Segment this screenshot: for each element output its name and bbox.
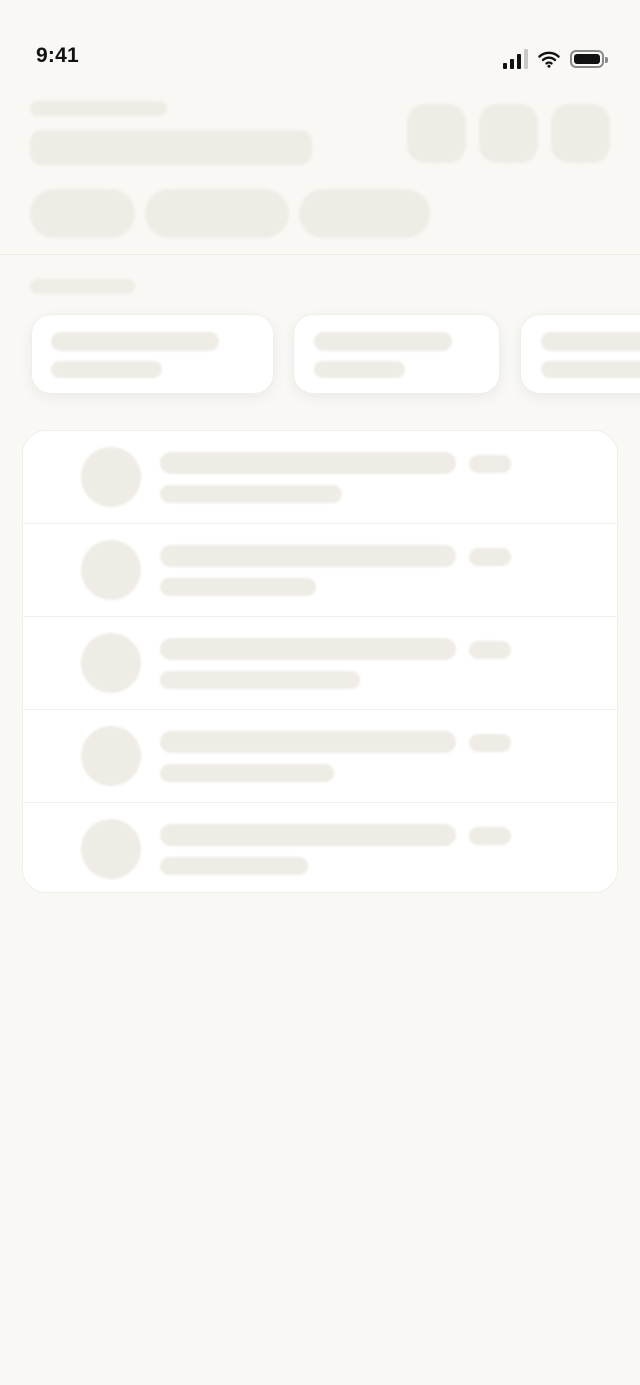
list-item-meta-placeholder [469, 734, 511, 752]
filter-chip-placeholder[interactable] [145, 189, 289, 238]
avatar-placeholder [81, 633, 141, 693]
list-placeholder [22, 430, 618, 893]
section-label-placeholder [30, 279, 135, 294]
list-item-placeholder[interactable] [23, 617, 617, 710]
list-item-placeholder[interactable] [23, 524, 617, 617]
list-item-subtitle-placeholder [160, 485, 342, 503]
list-item-placeholder[interactable] [23, 710, 617, 803]
list-item-subtitle-placeholder [160, 671, 360, 689]
list-item-title-placeholder [160, 638, 456, 660]
list-item-meta-placeholder [469, 548, 511, 566]
loading-screen: 9:41 [0, 0, 640, 1385]
list-item-title-placeholder [160, 731, 456, 753]
summary-card-placeholder[interactable] [31, 314, 274, 394]
list-item-title-placeholder [160, 452, 456, 474]
list-item-title-placeholder [160, 545, 456, 567]
wifi-icon [538, 51, 560, 68]
summary-card-placeholder[interactable] [520, 314, 640, 394]
list-item-title-placeholder [160, 824, 456, 846]
header-action-button-placeholder[interactable] [551, 104, 610, 163]
list-item-placeholder[interactable] [23, 431, 617, 524]
list-item-meta-placeholder [469, 641, 511, 659]
avatar-placeholder [81, 726, 141, 786]
avatar-placeholder [81, 819, 141, 879]
header-divider [0, 254, 640, 255]
header-action-button-placeholder[interactable] [479, 104, 538, 163]
list-item-subtitle-placeholder [160, 857, 308, 875]
status-time: 9:41 [36, 44, 79, 67]
status-icons [503, 48, 608, 70]
summary-card-placeholder[interactable] [293, 314, 500, 394]
list-item-subtitle-placeholder [160, 764, 334, 782]
avatar-placeholder [81, 447, 141, 507]
header-title-placeholder [30, 130, 312, 165]
list-item-placeholder[interactable] [23, 803, 617, 892]
filter-chip-placeholder[interactable] [299, 189, 430, 238]
header-action-button-placeholder[interactable] [407, 104, 466, 163]
cellular-signal-icon [503, 49, 528, 69]
list-item-meta-placeholder [469, 827, 511, 845]
filter-chip-placeholder[interactable] [30, 189, 135, 238]
avatar-placeholder [81, 540, 141, 600]
header-eyebrow-placeholder [30, 101, 167, 116]
battery-icon [570, 50, 608, 68]
list-item-subtitle-placeholder [160, 578, 316, 596]
list-item-meta-placeholder [469, 455, 511, 473]
